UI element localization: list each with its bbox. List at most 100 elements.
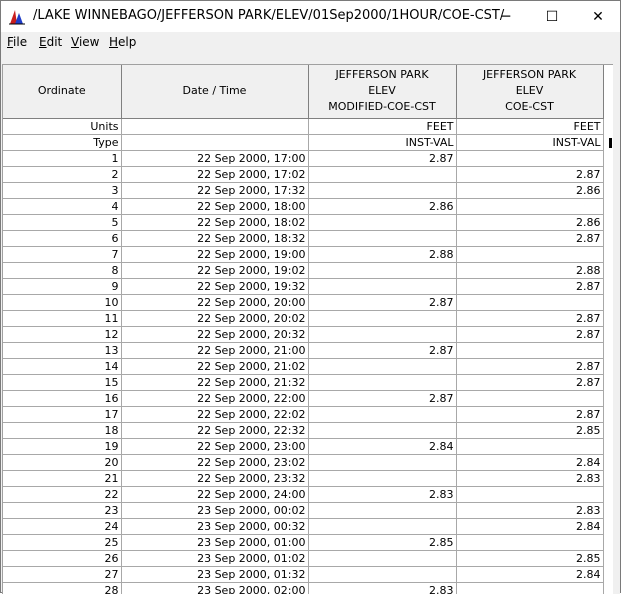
table-row[interactable]: 18 22 Sep 2000, 22:32 2.85: [3, 422, 604, 439]
value-cell-coe-cst[interactable]: 2.86: [456, 214, 604, 231]
value-cell-modified-coe-cst[interactable]: 2.87: [308, 294, 457, 311]
datetime-cell[interactable]: 23 Sep 2000, 00:32: [121, 518, 309, 535]
value-cell-modified-coe-cst[interactable]: [308, 502, 457, 519]
value-cell-coe-cst[interactable]: 2.87: [456, 166, 604, 183]
table-row[interactable]: 2 22 Sep 2000, 17:02 2.87: [3, 166, 604, 183]
maximize-button[interactable]: ☐: [529, 1, 575, 32]
table-row[interactable]: 6 22 Sep 2000, 18:32 2.87: [3, 230, 604, 247]
menu-file[interactable]: File: [7, 35, 27, 49]
value-cell-coe-cst[interactable]: [456, 438, 604, 455]
value-cell-modified-coe-cst[interactable]: [308, 214, 457, 231]
datetime-cell[interactable]: 22 Sep 2000, 22:02: [121, 406, 309, 423]
table-row[interactable]: 28 23 Sep 2000, 02:00 2.83: [3, 582, 604, 594]
table-row[interactable]: 15 22 Sep 2000, 21:32 2.87: [3, 374, 604, 391]
data-table-panel[interactable]: Ordinate Date / Time JEFFERSON PARK ELEV…: [2, 64, 614, 594]
menu-view[interactable]: View: [71, 35, 99, 49]
value-cell-modified-coe-cst[interactable]: 2.84: [308, 438, 457, 455]
value-cell-modified-coe-cst[interactable]: [308, 262, 457, 279]
value-cell-coe-cst[interactable]: 2.84: [456, 566, 604, 583]
value-cell-modified-coe-cst[interactable]: 2.87: [308, 342, 457, 359]
table-row[interactable]: 1 22 Sep 2000, 17:00 2.87: [3, 150, 604, 167]
value-cell-modified-coe-cst[interactable]: [308, 470, 457, 487]
value-cell-modified-coe-cst[interactable]: 2.87: [308, 390, 457, 407]
table-row[interactable]: 8 22 Sep 2000, 19:02 2.88: [3, 262, 604, 279]
type-cell[interactable]: INST-VAL: [456, 134, 604, 151]
table-row[interactable]: 4 22 Sep 2000, 18:00 2.86: [3, 198, 604, 215]
value-cell-coe-cst[interactable]: 2.87: [456, 230, 604, 247]
datetime-cell[interactable]: 22 Sep 2000, 19:00: [121, 246, 309, 263]
table-row[interactable]: 13 22 Sep 2000, 21:00 2.87: [3, 342, 604, 359]
datetime-cell[interactable]: 23 Sep 2000, 00:02: [121, 502, 309, 519]
value-cell-coe-cst[interactable]: [456, 246, 604, 263]
column-header-coe-cst[interactable]: JEFFERSON PARK ELEV COE-CST: [456, 65, 604, 119]
table-row[interactable]: 14 22 Sep 2000, 21:02 2.87: [3, 358, 604, 375]
value-cell-coe-cst[interactable]: 2.83: [456, 502, 604, 519]
value-cell-modified-coe-cst[interactable]: [308, 278, 457, 295]
value-cell-modified-coe-cst[interactable]: [308, 454, 457, 471]
datetime-cell[interactable]: 23 Sep 2000, 01:02: [121, 550, 309, 567]
type-cell[interactable]: INST-VAL: [308, 134, 457, 151]
value-cell-modified-coe-cst[interactable]: [308, 566, 457, 583]
title-bar[interactable]: /LAKE WINNEBAGO/JEFFERSON PARK/ELEV/01Se…: [1, 1, 620, 32]
datetime-cell[interactable]: 22 Sep 2000, 18:00: [121, 198, 309, 215]
datetime-cell[interactable]: 22 Sep 2000, 17:02: [121, 166, 309, 183]
datetime-cell[interactable]: 22 Sep 2000, 20:32: [121, 326, 309, 343]
datetime-cell[interactable]: 22 Sep 2000, 20:00: [121, 294, 309, 311]
value-cell-coe-cst[interactable]: [456, 294, 604, 311]
table-row[interactable]: 10 22 Sep 2000, 20:00 2.87: [3, 294, 604, 311]
value-cell-coe-cst[interactable]: 2.87: [456, 326, 604, 343]
menu-edit[interactable]: Edit: [39, 35, 62, 49]
minimize-button[interactable]: ─: [483, 1, 529, 32]
datetime-cell[interactable]: 23 Sep 2000, 01:32: [121, 566, 309, 583]
value-cell-coe-cst[interactable]: [456, 534, 604, 551]
value-cell-coe-cst[interactable]: 2.87: [456, 374, 604, 391]
table-row[interactable]: 12 22 Sep 2000, 20:32 2.87: [3, 326, 604, 343]
table-row[interactable]: 11 22 Sep 2000, 20:02 2.87: [3, 310, 604, 327]
value-cell-modified-coe-cst[interactable]: [308, 374, 457, 391]
datetime-cell[interactable]: 22 Sep 2000, 17:32: [121, 182, 309, 199]
value-cell-modified-coe-cst[interactable]: [308, 182, 457, 199]
units-cell[interactable]: FEET: [308, 118, 457, 135]
value-cell-modified-coe-cst[interactable]: [308, 230, 457, 247]
value-cell-coe-cst[interactable]: 2.85: [456, 422, 604, 439]
table-row[interactable]: 23 23 Sep 2000, 00:02 2.83: [3, 502, 604, 519]
value-cell-coe-cst[interactable]: [456, 150, 604, 167]
table-row[interactable]: 24 23 Sep 2000, 00:32 2.84: [3, 518, 604, 535]
table-row[interactable]: 27 23 Sep 2000, 01:32 2.84: [3, 566, 604, 583]
column-header-datetime[interactable]: Date / Time: [121, 65, 309, 119]
value-cell-modified-coe-cst[interactable]: [308, 406, 457, 423]
value-cell-coe-cst[interactable]: 2.86: [456, 182, 604, 199]
datetime-cell[interactable]: 23 Sep 2000, 02:00: [121, 582, 309, 594]
value-cell-coe-cst[interactable]: [456, 198, 604, 215]
close-button[interactable]: ✕: [575, 1, 621, 32]
value-cell-modified-coe-cst[interactable]: 2.86: [308, 198, 457, 215]
units-cell[interactable]: FEET: [456, 118, 604, 135]
menu-help[interactable]: Help: [109, 35, 136, 49]
table-row[interactable]: 7 22 Sep 2000, 19:00 2.88: [3, 246, 604, 263]
column-header-modified-coe-cst[interactable]: JEFFERSON PARK ELEV MODIFIED-COE-CST: [308, 65, 457, 119]
value-cell-coe-cst[interactable]: [456, 390, 604, 407]
datetime-cell[interactable]: 23 Sep 2000, 01:00: [121, 534, 309, 551]
table-row[interactable]: 5 22 Sep 2000, 18:02 2.86: [3, 214, 604, 231]
value-cell-modified-coe-cst[interactable]: 2.83: [308, 486, 457, 503]
datetime-cell[interactable]: 22 Sep 2000, 23:32: [121, 470, 309, 487]
units-datetime-cell[interactable]: [121, 118, 309, 135]
datetime-cell[interactable]: 22 Sep 2000, 17:00: [121, 150, 309, 167]
table-row[interactable]: 9 22 Sep 2000, 19:32 2.87: [3, 278, 604, 295]
datetime-cell[interactable]: 22 Sep 2000, 19:02: [121, 262, 309, 279]
vertical-scrollbar[interactable]: [613, 64, 620, 594]
table-row[interactable]: 26 23 Sep 2000, 01:02 2.85: [3, 550, 604, 567]
value-cell-coe-cst[interactable]: [456, 486, 604, 503]
datetime-cell[interactable]: 22 Sep 2000, 18:02: [121, 214, 309, 231]
value-cell-coe-cst[interactable]: 2.84: [456, 454, 604, 471]
value-cell-modified-coe-cst[interactable]: [308, 518, 457, 535]
value-cell-coe-cst[interactable]: 2.87: [456, 406, 604, 423]
value-cell-modified-coe-cst[interactable]: [308, 550, 457, 567]
value-cell-coe-cst[interactable]: 2.84: [456, 518, 604, 535]
table-row[interactable]: 25 23 Sep 2000, 01:00 2.85: [3, 534, 604, 551]
value-cell-modified-coe-cst[interactable]: 2.87: [308, 150, 457, 167]
datetime-cell[interactable]: 22 Sep 2000, 20:02: [121, 310, 309, 327]
datetime-cell[interactable]: 22 Sep 2000, 23:02: [121, 454, 309, 471]
datetime-cell[interactable]: 22 Sep 2000, 22:32: [121, 422, 309, 439]
datetime-cell[interactable]: 22 Sep 2000, 23:00: [121, 438, 309, 455]
